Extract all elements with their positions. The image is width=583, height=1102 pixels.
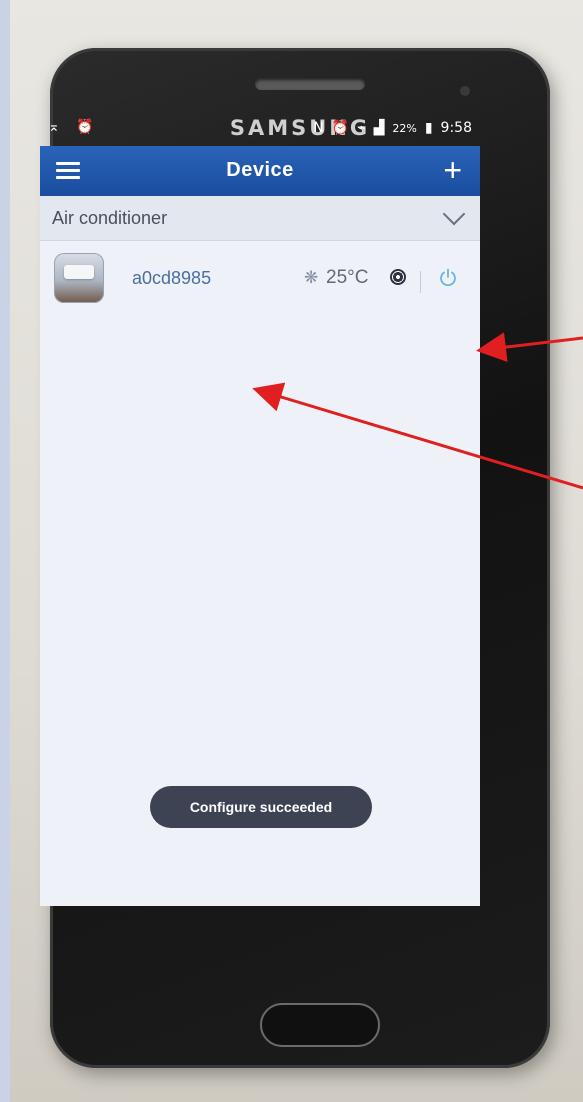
alarm-icon: ⏰ — [331, 120, 350, 136]
status-right-icons: N ⏰ ⌁ ▟ 22% ▮ 9:58 — [313, 120, 472, 136]
notification-icon: ⌅ — [48, 119, 66, 135]
signal-icon: ▟ — [373, 120, 385, 136]
nfc-icon: N — [313, 120, 324, 136]
device-thumbnail — [54, 253, 104, 303]
front-camera — [460, 86, 470, 96]
mode-icon — [390, 269, 406, 285]
clock: 9:58 — [440, 120, 472, 136]
toast-message: Configure succeeded — [150, 786, 372, 828]
temperature-readout: 25°C — [326, 267, 369, 288]
earpiece-speaker — [255, 78, 365, 90]
app-screen: Device + Air conditioner a0cd8985 ❋ 25°C… — [40, 146, 480, 906]
fan-icon: ❋ — [304, 268, 319, 287]
category-label: Air conditioner — [52, 208, 168, 228]
air-conditioner-icon — [64, 265, 94, 279]
category-header[interactable]: Air conditioner — [40, 196, 480, 241]
home-button[interactable] — [260, 1003, 380, 1047]
app-bar: Device + — [40, 146, 480, 196]
power-icon[interactable] — [438, 268, 458, 288]
status-left-icons: ⌅ ⏰ — [48, 119, 100, 135]
battery-icon: ▮ — [424, 120, 433, 136]
divider — [420, 271, 421, 293]
device-name[interactable]: a0cd8985 — [132, 268, 211, 289]
page-title: Device — [226, 159, 294, 181]
status-bar: ⌅ ⏰ N ⏰ ⌁ ▟ 22% ▮ 9:58 — [40, 115, 480, 145]
chevron-down-icon[interactable] — [442, 202, 466, 226]
device-list-item[interactable]: a0cd8985 ❋ 25°C — [40, 241, 480, 317]
vibrate-icon: ⌁ — [357, 120, 366, 136]
battery-percent: 22% — [392, 121, 417, 135]
plus-icon[interactable]: + — [443, 152, 462, 188]
alarm-icon: ⏰ — [76, 119, 100, 135]
